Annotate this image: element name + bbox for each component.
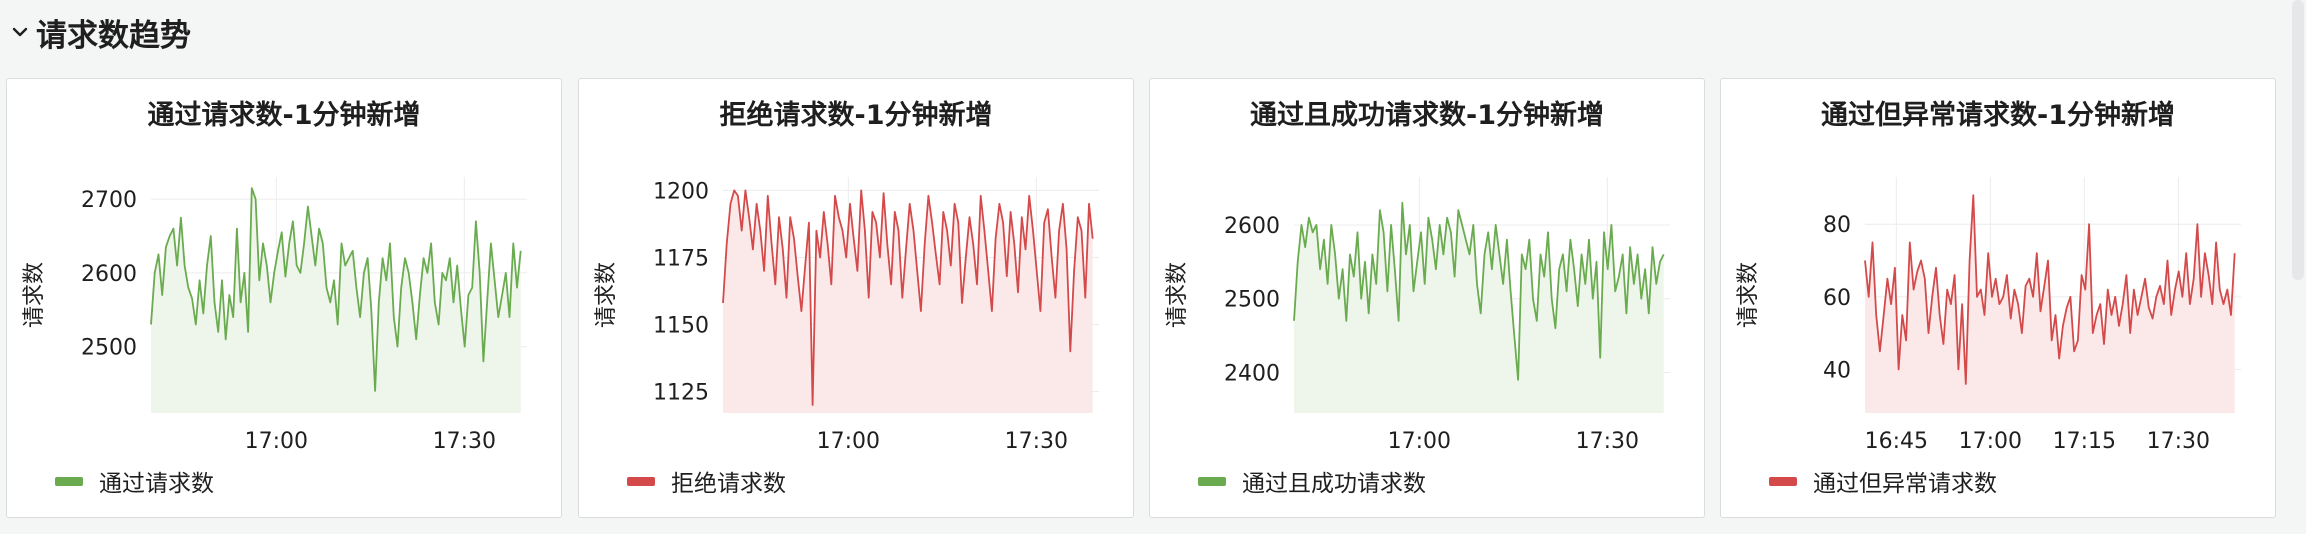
chart-panel-passed[interactable]: 通过请求数-1分钟新增 2500 2600 2700 17:00 17:30 请求数 通过… xyxy=(6,78,562,518)
legend-swatch xyxy=(1769,476,1797,486)
y-tick-label: 2500 xyxy=(1224,288,1280,313)
chart-panel-passed-success[interactable]: 通过且成功请求数-1分钟新增 2400 2500 2600 17:00 17:30 请求数… xyxy=(1149,78,1705,518)
x-tick-label: 17:30 xyxy=(1576,429,1639,454)
scrollbar[interactable] xyxy=(2292,0,2304,280)
x-tick-label: 17:00 xyxy=(245,429,308,454)
chart-panels: 通过请求数-1分钟新增 2500 2600 2700 17:00 17:30 请求数 通过… xyxy=(0,0,2306,534)
legend-label: 通过请求数 xyxy=(99,471,214,497)
y-tick-label: 40 xyxy=(1823,358,1851,383)
x-tick-label: 17:30 xyxy=(2147,429,2210,454)
chart-passed-abnormal-requests: 40 60 80 16:45 17:00 17:15 17:30 请求数 xyxy=(1736,177,2241,454)
y-tick-label: 60 xyxy=(1823,286,1851,311)
y-tick-label: 2600 xyxy=(81,262,137,287)
legend-label: 通过但异常请求数 xyxy=(1813,471,1997,497)
chart-panel-passed-abnormal[interactable]: 通过但异常请求数-1分钟新增 40 60 80 16:45 17:00 17:15 17:3… xyxy=(1720,78,2276,518)
legend[interactable]: 通过请求数 xyxy=(55,464,214,498)
x-tick-label: 17:00 xyxy=(1388,429,1451,454)
legend-swatch xyxy=(55,476,83,486)
y-axis-label: 请求数 xyxy=(1165,262,1190,328)
y-tick-label: 1200 xyxy=(653,179,709,204)
x-tick-label: 17:00 xyxy=(817,429,880,454)
y-tick-label: 2600 xyxy=(1224,214,1280,239)
legend[interactable]: 拒绝请求数 xyxy=(627,464,786,498)
legend-swatch xyxy=(1198,476,1226,486)
legend-swatch xyxy=(627,476,655,486)
legend-label: 拒绝请求数 xyxy=(671,471,786,497)
chart-passed-success-requests: 2400 2500 2600 17:00 17:30 请求数 xyxy=(1165,177,1670,454)
x-tick-label: 17:00 xyxy=(1959,429,2022,454)
y-axis-label: 请求数 xyxy=(594,262,619,328)
legend-label: 通过且成功请求数 xyxy=(1242,471,1426,497)
y-tick-label: 80 xyxy=(1823,213,1851,238)
y-tick-label: 1125 xyxy=(653,381,709,406)
chart-passed-requests: 2500 2600 2700 17:00 17:30 请求数 xyxy=(22,177,527,454)
y-tick-label: 1175 xyxy=(653,246,709,271)
y-tick-label: 2500 xyxy=(81,336,137,361)
y-tick-label: 2700 xyxy=(81,188,137,213)
legend[interactable]: 通过但异常请求数 xyxy=(1769,464,1997,498)
chart-rejected-requests: 1125 1150 1175 1200 17:00 17:30 请求数 xyxy=(594,177,1099,454)
x-tick-label: 17:30 xyxy=(1005,429,1068,454)
y-axis-label: 请求数 xyxy=(1736,262,1761,328)
chart-panel-rejected[interactable]: 拒绝请求数-1分钟新增 1125 1150 1175 1200 17:00 17:30 请求… xyxy=(578,78,1134,518)
x-tick-label: 17:30 xyxy=(433,429,496,454)
y-axis-label: 请求数 xyxy=(22,262,47,328)
series-area xyxy=(1294,202,1664,413)
x-tick-label: 17:15 xyxy=(2053,429,2116,454)
y-tick-label: 1150 xyxy=(653,314,709,339)
x-tick-label: 16:45 xyxy=(1865,429,1928,454)
y-tick-label: 2400 xyxy=(1224,361,1280,386)
legend[interactable]: 通过且成功请求数 xyxy=(1198,464,1426,498)
